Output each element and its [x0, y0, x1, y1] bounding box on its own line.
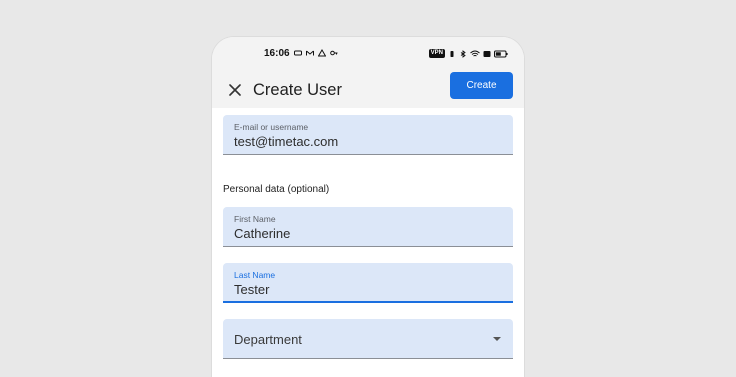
message-icon [294, 50, 302, 56]
email-field[interactable]: E-mail or username test@timetac.com [223, 115, 513, 155]
app-bar: Create User Create [212, 71, 524, 108]
first-name-label: First Name [234, 214, 276, 224]
status-time: 16:06 [264, 48, 290, 59]
first-name-field[interactable]: First Name Catherine [223, 207, 513, 247]
email-value: test@timetac.com [234, 134, 339, 149]
close-icon [229, 84, 241, 96]
vpn-badge: VPN [428, 49, 445, 58]
create-button[interactable]: Create [450, 72, 513, 99]
gmail-icon [306, 50, 314, 56]
email-label: E-mail or username [234, 122, 309, 132]
key-icon [330, 50, 338, 56]
department-value: Department [234, 332, 302, 347]
last-name-value: Tester [234, 282, 270, 297]
dropdown-arrow-icon [493, 337, 501, 341]
first-name-value: Catherine [234, 226, 291, 241]
page-title: Create User [253, 81, 342, 99]
personal-data-heading: Personal data (optional) [223, 184, 330, 195]
wifi-icon [470, 50, 480, 56]
close-button[interactable] [222, 77, 248, 103]
vibrate-icon [450, 50, 454, 57]
last-name-field[interactable]: Last Name Tester [223, 263, 513, 303]
phone-frame: 16:06 VPN Create User Create E-mail or u… [212, 37, 524, 377]
department-select[interactable]: Department [223, 319, 513, 359]
battery-icon [494, 50, 508, 57]
status-bar: 16:06 VPN [212, 37, 524, 71]
bluetooth-icon [460, 49, 466, 58]
last-name-label: Last Name [234, 270, 276, 280]
signal-icon [483, 50, 491, 57]
status-system-icons: VPN [428, 49, 508, 58]
status-notification-icons [294, 49, 338, 57]
drive-icon [318, 49, 326, 57]
